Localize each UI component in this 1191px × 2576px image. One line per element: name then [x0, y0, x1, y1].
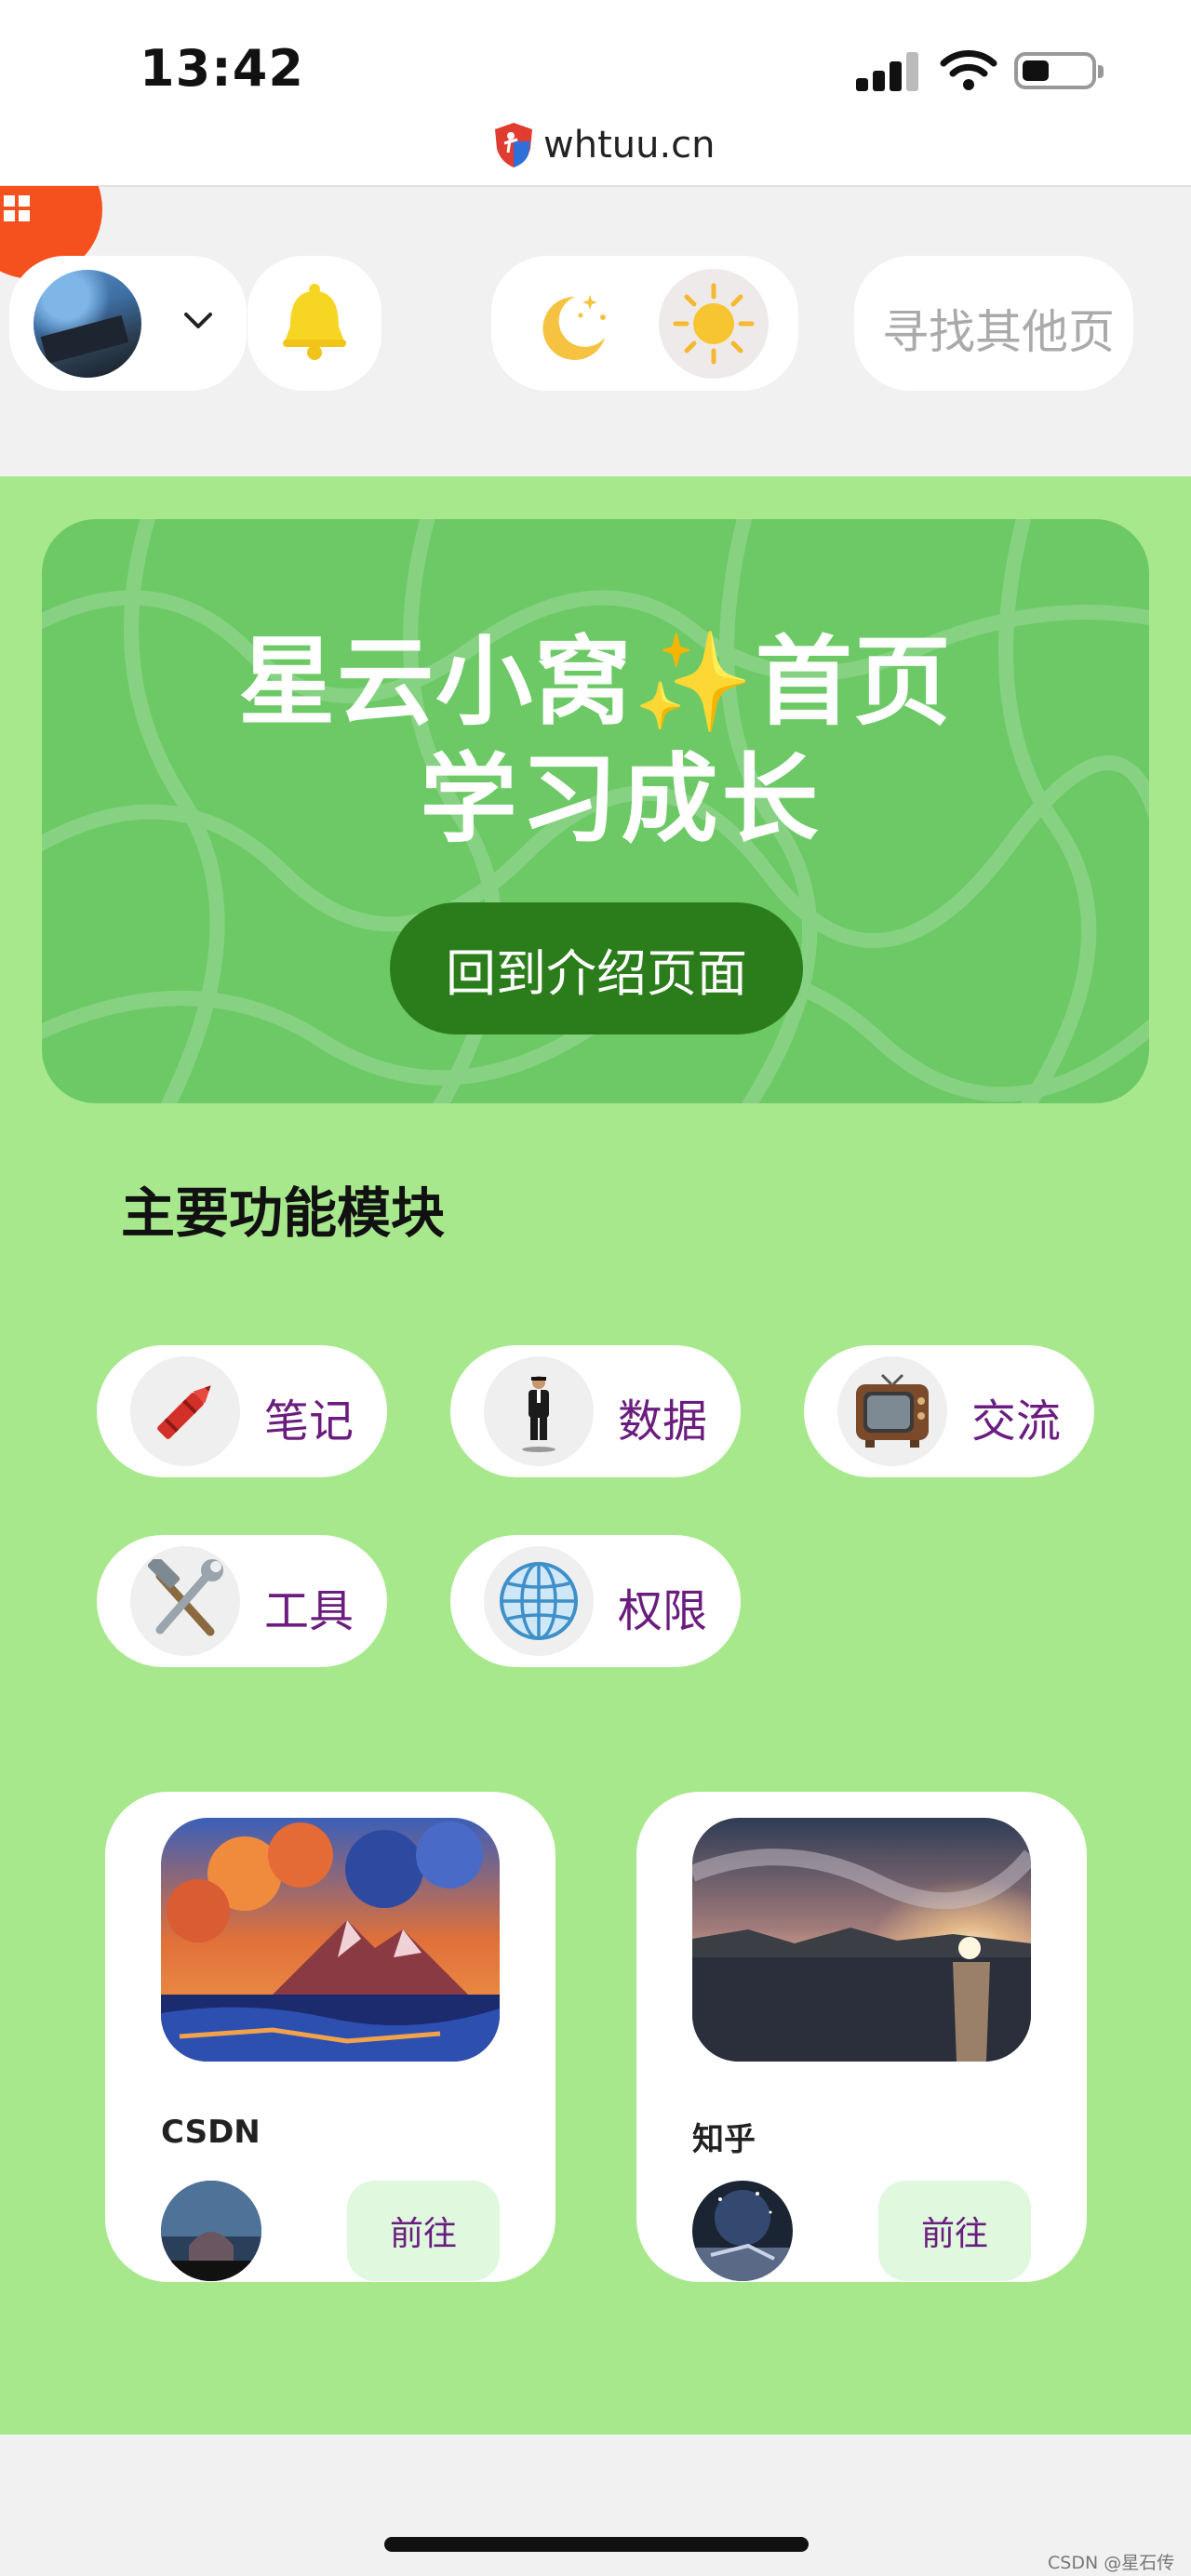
card-avatar — [161, 2181, 261, 2281]
home-indicator — [384, 2537, 809, 2552]
sun-toggle[interactable] — [659, 269, 769, 379]
url-text: whtuu.cn — [543, 124, 716, 167]
card-avatar — [692, 2181, 793, 2281]
search-placeholder: 寻找其他页 — [882, 305, 1115, 359]
feature-icon-wrap — [130, 1546, 240, 1656]
site-card-zhihu[interactable]: 知乎 前往 — [636, 1792, 1087, 2282]
feature-permissions-button[interactable]: 权限 — [450, 1535, 741, 1667]
status-bar: 13:42 whtuu.cn — [0, 0, 1191, 186]
avatar — [33, 270, 141, 378]
url-bar[interactable]: whtuu.cn — [493, 119, 716, 171]
globe-icon — [500, 1562, 578, 1640]
painted-mountain-image — [161, 1818, 500, 2062]
crayon-icon — [157, 1385, 211, 1439]
feature-notes-button[interactable]: 笔记 — [97, 1345, 387, 1477]
site-shield-icon — [495, 123, 532, 167]
hammer-wrench-icon — [147, 1559, 223, 1636]
feature-label: 工具 — [264, 1585, 355, 1637]
feature-label: 交流 — [971, 1395, 1062, 1448]
status-time: 13:42 — [140, 39, 304, 98]
site-card-csdn[interactable]: CSDN 前往 — [105, 1792, 555, 2282]
wifi-icon — [940, 50, 997, 90]
notifications-button[interactable] — [248, 256, 381, 391]
card-title: CSDN — [161, 2114, 261, 2151]
feature-icon-wrap — [130, 1356, 240, 1466]
card-title: 知乎 — [692, 2121, 756, 2158]
grid-icon — [4, 195, 30, 221]
theme-toggle[interactable] — [491, 256, 798, 391]
back-to-intro-button[interactable]: 回到介绍页面 — [390, 902, 803, 1034]
sun-icon — [673, 283, 755, 365]
feature-label: 权限 — [618, 1585, 708, 1637]
go-button[interactable]: 前往 — [347, 2181, 500, 2281]
battery-icon — [1014, 52, 1104, 89]
go-button[interactable]: 前往 — [878, 2181, 1031, 2281]
section-title: 主要功能模块 — [121, 1181, 446, 1245]
feature-data-button[interactable]: 数据 — [450, 1345, 741, 1477]
feature-label: 数据 — [618, 1395, 708, 1448]
television-icon — [856, 1373, 929, 1448]
user-menu-button[interactable] — [9, 256, 247, 391]
cellular-signal-icon — [856, 48, 921, 91]
search-input[interactable]: 寻找其他页 — [854, 256, 1133, 391]
feature-chat-button[interactable]: 交流 — [804, 1345, 1094, 1477]
feature-tools-button[interactable]: 工具 — [97, 1535, 387, 1667]
hero-title-line2: 学习成长 — [420, 742, 823, 856]
moon-icon[interactable] — [532, 284, 612, 364]
levitating-man-icon — [522, 1376, 555, 1452]
watermark: CSDN @星石传说 — [1048, 2553, 1175, 2573]
chevron-down-icon — [184, 313, 212, 328]
feature-label: 笔记 — [264, 1395, 355, 1448]
main-content: 星云小窝✨首页 学习成长 回到介绍页面 主要功能模块 笔记 数据 交流 工具 权… — [0, 476, 1191, 2435]
feature-icon-wrap — [484, 1546, 594, 1656]
feature-icon-wrap — [837, 1356, 947, 1466]
bell-icon — [283, 284, 346, 360]
card-image — [692, 1818, 1031, 2062]
sunset-lake-image — [692, 1818, 1031, 2062]
browser-divider — [0, 185, 1191, 187]
feature-icon-wrap — [484, 1356, 594, 1466]
hero-banner: 星云小窝✨首页 学习成长 回到介绍页面 — [42, 519, 1149, 1103]
card-image — [161, 1818, 500, 2062]
